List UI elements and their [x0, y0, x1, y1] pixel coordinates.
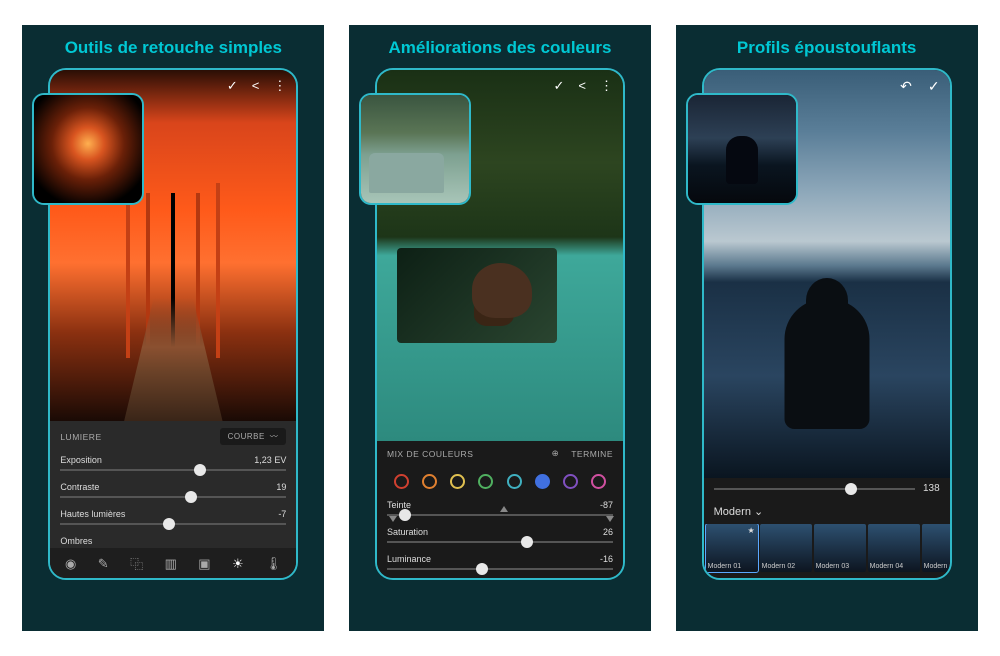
slider-label: Hautes lumières: [60, 509, 125, 519]
slider-label: Ombres: [60, 536, 92, 546]
color-yellow[interactable]: [450, 474, 465, 489]
profile-tile[interactable]: ★Modern 01: [706, 524, 758, 572]
profile-tile[interactable]: Modern 05: [922, 524, 950, 572]
panel-retouch: Outils de retouche simples ✓ < ⋮ LUMIERE…: [22, 25, 324, 631]
confirm-icon[interactable]: ✓: [928, 78, 940, 95]
heal-icon[interactable]: ✎: [98, 556, 109, 572]
profile-strip[interactable]: ★Modern 01 Modern 02 Modern 03 Modern 04…: [704, 524, 950, 578]
panel-color: Améliorations des couleurs ✓ < ⋮ MIX DE …: [349, 25, 651, 631]
profile-tile[interactable]: Modern 02: [760, 524, 812, 572]
highlights-slider[interactable]: [60, 523, 286, 525]
light-icon[interactable]: ☀: [232, 556, 244, 572]
color-blue[interactable]: [535, 474, 550, 489]
color-red[interactable]: [394, 474, 409, 489]
luminance-slider[interactable]: [387, 568, 613, 570]
check-icon[interactable]: ✓: [553, 78, 564, 94]
more-icon[interactable]: ⋮: [600, 78, 613, 94]
exposure-slider[interactable]: [60, 469, 286, 471]
hue-slider[interactable]: [387, 514, 613, 516]
slider-value: 26: [603, 527, 613, 537]
panel-title: Outils de retouche simples: [65, 25, 282, 68]
color-cyan[interactable]: [507, 474, 522, 489]
panel-title: Améliorations des couleurs: [389, 25, 612, 68]
more-icon[interactable]: ⋮: [273, 78, 286, 94]
controls-panel: 138 Modern ⌄ ★Modern 01 Modern 02 Modern…: [704, 478, 950, 578]
curve-icon: 〰: [270, 431, 279, 442]
section-label: MIX DE COULEURS: [387, 449, 473, 459]
bottom-toolbar: ◉ ✎ ⿻ ▥ ▣ ☀ 🌡: [50, 548, 296, 578]
slider-label: Contraste: [60, 482, 99, 492]
slider-value: -7: [278, 509, 286, 519]
before-thumbnail[interactable]: [359, 93, 471, 205]
before-thumbnail[interactable]: [32, 93, 144, 205]
star-icon: ★: [747, 526, 754, 535]
undo-icon[interactable]: ↶: [900, 78, 912, 95]
slider-value: -16: [600, 554, 613, 564]
done-button[interactable]: TERMINE: [571, 449, 613, 459]
controls-panel: MIX DE COULEURS ⊕ TERMINE Teinte-87: [377, 441, 623, 578]
color-purple[interactable]: [563, 474, 578, 489]
adjust-icon[interactable]: ▥: [165, 556, 177, 572]
profile-group-dropdown[interactable]: Modern ⌄: [704, 497, 950, 524]
chevron-down-icon: ⌄: [754, 506, 763, 518]
saturation-slider[interactable]: [387, 541, 613, 543]
amount-value: 138: [923, 483, 940, 494]
color-mix-dots: [377, 466, 623, 497]
share-icon[interactable]: <: [578, 78, 586, 94]
panel-title: Profils époustouflants: [737, 25, 916, 68]
profile-tile[interactable]: Modern 03: [814, 524, 866, 572]
slider-value: 19: [276, 482, 286, 492]
color-magenta[interactable]: [591, 474, 606, 489]
color-green[interactable]: [478, 474, 493, 489]
slider-label: Luminance: [387, 554, 431, 564]
color-icon[interactable]: 🌡: [265, 556, 282, 572]
check-icon[interactable]: ✓: [227, 78, 238, 94]
profile-tile[interactable]: Modern 04: [868, 524, 920, 572]
before-thumbnail[interactable]: [686, 93, 798, 205]
slider-label: Exposition: [60, 455, 102, 465]
contrast-slider[interactable]: [60, 496, 286, 498]
target-icon[interactable]: ⊕: [552, 448, 560, 459]
controls-panel: LUMIERE COURBE 〰 Exposition 1,23 EV Contr…: [50, 421, 296, 578]
effects-icon[interactable]: ▣: [198, 556, 210, 572]
color-orange[interactable]: [422, 474, 437, 489]
crop-icon[interactable]: ⿻: [130, 554, 143, 573]
share-icon[interactable]: <: [252, 78, 260, 94]
presets-icon[interactable]: ◉: [65, 556, 76, 572]
panel-profiles: Profils époustouflants ↶ ✓ 138 Modern ⌄ …: [676, 25, 978, 631]
slider-label: Saturation: [387, 527, 428, 537]
amount-slider[interactable]: [714, 488, 915, 490]
section-label: LUMIERE: [60, 432, 101, 442]
slider-value: -87: [600, 500, 613, 510]
curve-button[interactable]: COURBE 〰: [220, 428, 287, 445]
slider-value: 1,23 EV: [254, 455, 286, 465]
